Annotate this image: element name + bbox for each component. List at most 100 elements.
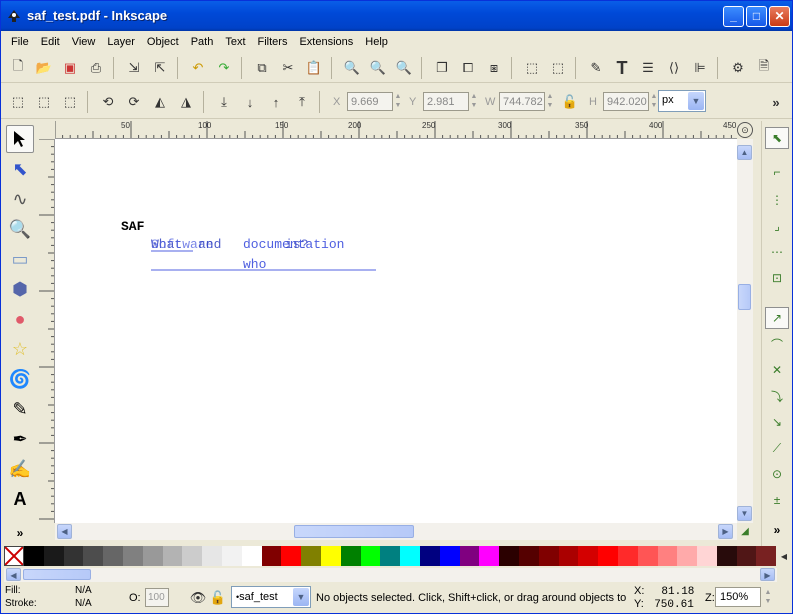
no-paint-swatch[interactable]	[4, 546, 24, 566]
snap-paths-icon[interactable]: ⌒	[765, 333, 789, 355]
rectangle-tool-icon[interactable]: ▭	[6, 245, 34, 273]
pen-tool-icon[interactable]: ✒	[6, 425, 34, 453]
snap-intersections-icon[interactable]: ✕	[765, 359, 789, 381]
title-bar[interactable]: saf_test.pdf - Inkscape _ □ ✕	[1, 1, 792, 31]
snap-nodes-icon[interactable]: ↗	[765, 307, 789, 329]
menu-help[interactable]: Help	[359, 34, 394, 50]
copy-icon[interactable]: ⧉	[251, 57, 273, 79]
eye-visibility-icon[interactable]: 👁	[187, 587, 209, 609]
open-folder-icon[interactable]: 📂	[33, 57, 55, 79]
zoom-correction-icon[interactable]: ⊙	[737, 122, 753, 138]
color-swatch[interactable]	[43, 546, 64, 566]
tweak-tool-icon[interactable]: ∿	[6, 185, 34, 213]
color-swatch[interactable]	[756, 546, 777, 566]
snap-object-center-icon[interactable]: ⊙	[765, 463, 789, 485]
color-swatch[interactable]	[301, 546, 321, 566]
duplicate-icon[interactable]: ❐	[431, 57, 453, 79]
height-input[interactable]	[603, 92, 649, 111]
color-swatch[interactable]	[83, 546, 104, 566]
spiral-tool-icon[interactable]: 🌀	[6, 365, 34, 393]
save-icon[interactable]: ▣	[59, 57, 81, 79]
palette-menu-icon[interactable]: ◀	[777, 546, 791, 566]
xml-editor-icon[interactable]: ⟨⟩	[663, 57, 685, 79]
color-swatch[interactable]	[499, 546, 519, 566]
color-swatch[interactable]	[439, 546, 460, 566]
color-swatch[interactable]	[182, 546, 203, 566]
color-swatch[interactable]	[162, 546, 183, 566]
rotate-cw-icon[interactable]: ⟳	[123, 91, 145, 113]
layers-icon[interactable]: ☰	[637, 57, 659, 79]
menu-filters[interactable]: Filters	[252, 34, 294, 50]
fill-stroke-icon[interactable]: ✎	[585, 57, 607, 79]
preferences-icon[interactable]: ⚙	[727, 57, 749, 79]
raise-top-icon[interactable]: ⤒	[291, 91, 313, 113]
width-input[interactable]	[499, 92, 545, 111]
cut-icon[interactable]: ✂	[277, 57, 299, 79]
menu-extensions[interactable]: Extensions	[293, 34, 359, 50]
color-swatch[interactable]	[657, 546, 678, 566]
snap-bbox-icon[interactable]: ⌐	[765, 161, 789, 183]
x-input[interactable]	[347, 92, 393, 111]
group-icon[interactable]: ⬚	[521, 57, 543, 79]
color-swatch[interactable]	[142, 546, 163, 566]
color-swatch[interactable]	[459, 546, 480, 566]
snap-cusp-nodes-icon[interactable]: ⤵	[765, 385, 789, 407]
snapbar-more-icon[interactable]: »	[765, 519, 789, 541]
scroll-right-icon[interactable]: ▶	[760, 568, 775, 581]
flip-vertical-icon[interactable]: ◮	[175, 91, 197, 113]
raise-icon[interactable]: ↑	[265, 91, 287, 113]
drawing-canvas[interactable]: SAF What Software and documentation is? …	[55, 139, 737, 523]
color-swatch[interactable]	[617, 546, 638, 566]
color-swatch[interactable]	[479, 546, 500, 566]
color-swatch[interactable]	[538, 546, 559, 566]
x-spinner[interactable]: ▲ ▼	[393, 92, 403, 111]
selector-tool-icon[interactable]	[6, 125, 34, 153]
color-swatch[interactable]	[360, 546, 381, 566]
close-button[interactable]: ✕	[769, 6, 790, 27]
undo-icon[interactable]: ↶	[187, 57, 209, 79]
zoom-page-icon[interactable]: 🔍	[393, 57, 415, 79]
lower-bottom-icon[interactable]: ⤓	[213, 91, 235, 113]
vertical-scrollbar[interactable]: ▲ ▼	[737, 139, 753, 523]
redo-icon[interactable]: ↷	[213, 57, 235, 79]
color-swatch[interactable]	[598, 546, 618, 566]
scroll-right-icon[interactable]: ▶	[718, 524, 733, 539]
palette-scroll-thumb[interactable]	[23, 569, 91, 580]
palette-scrollbar[interactable]: ◀ ▶	[4, 568, 777, 582]
color-swatch[interactable]	[558, 546, 579, 566]
lower-icon[interactable]: ↓	[239, 91, 261, 113]
snap-bbox-edge-icon[interactable]: ⋮	[765, 189, 789, 211]
snap-rotation-center-icon[interactable]: ±	[765, 489, 789, 511]
toolbox-more-icon[interactable]: »	[6, 519, 34, 547]
color-swatch[interactable]	[400, 546, 420, 566]
zoom-drawing-icon[interactable]: 🔍	[367, 57, 389, 79]
3d-box-tool-icon[interactable]: ⬢	[6, 275, 34, 303]
scroll-left-icon[interactable]: ◀	[57, 524, 72, 539]
color-swatch[interactable]	[103, 546, 123, 566]
canvas-text-and[interactable]: and	[198, 237, 221, 252]
horizontal-scroll-thumb[interactable]	[294, 525, 414, 538]
snap-bbox-midpoint-icon[interactable]: ⋯	[765, 241, 789, 263]
color-swatch[interactable]	[24, 546, 44, 566]
flip-horizontal-icon[interactable]: ◭	[149, 91, 171, 113]
maximize-button[interactable]: □	[746, 6, 767, 27]
color-swatch[interactable]	[716, 546, 737, 566]
color-swatch[interactable]	[697, 546, 717, 566]
minimize-button[interactable]: _	[723, 6, 744, 27]
import-icon[interactable]: ⇲	[123, 57, 145, 79]
scroll-left-icon[interactable]: ◀	[6, 568, 21, 581]
zoom-input[interactable]: 150%	[715, 587, 761, 607]
color-swatch[interactable]	[380, 546, 401, 566]
menu-text[interactable]: Text	[219, 34, 251, 50]
text-font-icon[interactable]: T	[611, 57, 633, 79]
color-swatch[interactable]	[578, 546, 599, 566]
snap-bbox-corner-icon[interactable]: ⌟	[765, 215, 789, 237]
vertical-ruler[interactable]	[39, 139, 55, 523]
zoom-tool-icon[interactable]: 🔍	[6, 215, 34, 243]
horizontal-scrollbar[interactable]: ◀ ▶	[55, 523, 737, 540]
color-swatch[interactable]	[63, 546, 84, 566]
width-spinner[interactable]: ▲ ▼	[545, 92, 555, 111]
menu-object[interactable]: Object	[141, 34, 185, 50]
y-spinner[interactable]: ▲ ▼	[469, 92, 479, 111]
current-layer-select[interactable]: •saf_test ▼	[231, 586, 311, 608]
